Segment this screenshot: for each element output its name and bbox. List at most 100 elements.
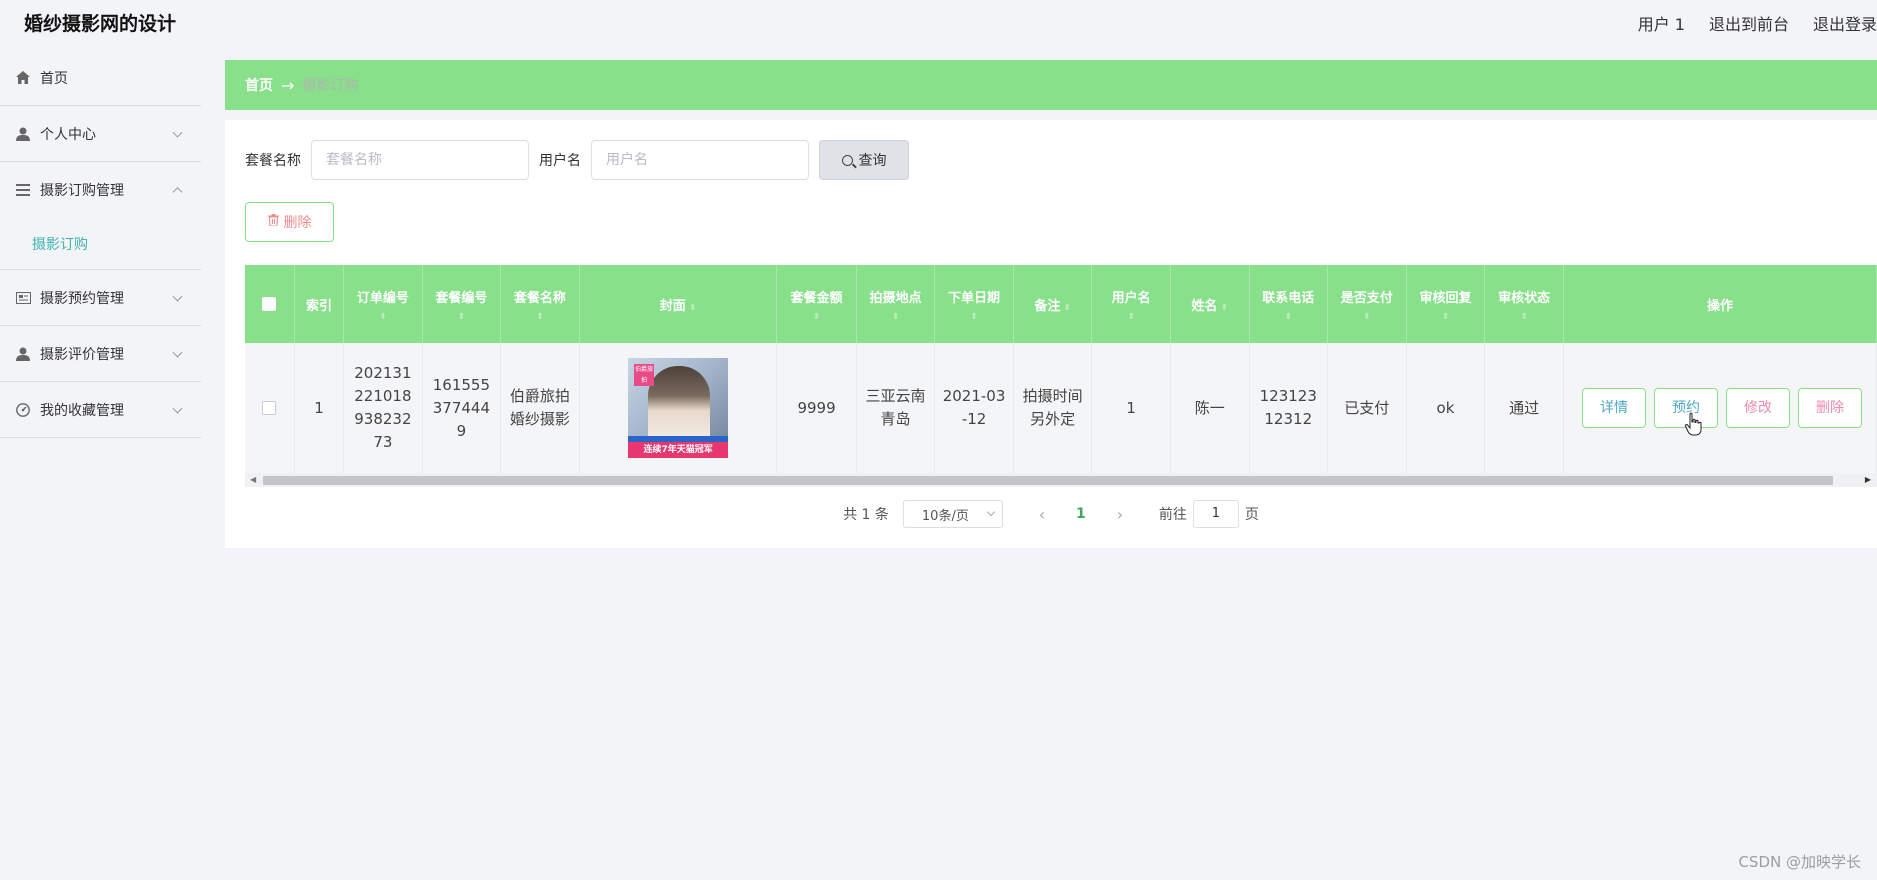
sort-icon[interactable]: ⬍ [427,312,496,322]
column-header[interactable]: 用户名 ⬍ [1091,265,1171,343]
column-header[interactable]: 是否支付 ⬍ [1327,265,1407,343]
query-button[interactable]: 查询 [819,140,909,180]
sort-icon[interactable]: ⬍ [689,303,697,313]
home-icon [14,69,32,87]
cell-username: 1 [1091,343,1171,473]
trash-icon [267,214,279,230]
page-size-select[interactable]: 10条/页 [902,500,1003,528]
column-header: 操作 [1563,265,1877,343]
sort-icon[interactable]: ⬍ [781,312,851,322]
sort-icon[interactable]: ⬍ [348,312,417,322]
pagination-total: 共 1 条 [843,507,889,523]
column-header[interactable]: 封面 ⬍ [579,265,778,343]
scroll-left-icon[interactable]: ◀ [250,475,256,484]
edit-button[interactable]: 修改 [1725,388,1790,428]
package-name-input[interactable] [311,140,529,180]
breadcrumb-home[interactable]: 首页 [245,75,273,95]
horizontal-scrollbar[interactable]: ◀ ▶ [245,473,1877,487]
sidebar-item-booking-management[interactable]: 摄影预约管理 [0,270,201,326]
couple-photo [648,366,711,440]
column-header[interactable]: 姓名 ⬍ [1170,265,1250,343]
current-user-link[interactable]: 用户 1 [1638,11,1685,35]
cell-phone: 12312312312 [1249,343,1329,473]
column-header[interactable]: 套餐金额 ⬍ [776,265,857,343]
column-header[interactable]: 审核状态 ⬍ [1484,265,1564,343]
batch-delete-button[interactable]: 删除 [245,202,334,242]
batch-delete-label: 删除 [283,215,312,231]
select-all-checkbox[interactable] [262,297,277,311]
sort-icon[interactable]: ⬍ [939,312,1008,322]
sort-icon[interactable]: ⬍ [1063,303,1071,313]
sort-icon[interactable]: ⬍ [1411,312,1481,322]
chevron-down-icon [986,507,996,517]
sidebar-subitem-photo-order[interactable]: 摄影订购 [0,218,201,270]
chevron-down-icon [172,347,183,358]
sort-icon[interactable]: ⬍ [861,312,931,322]
row-checkbox[interactable] [262,401,277,415]
cell-package-name: 伯爵旅拍婚纱摄影 [500,343,580,473]
query-button-label: 查询 [858,153,887,169]
row-actions: 详情 预约 修改 删除 [1570,388,1870,428]
sidebar-item-personal-center[interactable]: 个人中心 [0,106,201,162]
column-header[interactable]: 订单编号 ⬍ [343,265,423,343]
sort-icon[interactable]: ⬍ [1220,303,1228,313]
chevron-down-icon [172,403,183,414]
sidebar-item-label: 摄影订购管理 [40,183,124,199]
current-page-number[interactable]: 1 [1061,506,1101,522]
table-row[interactable]: 1 20213122101893823273 1615553774449 伯爵旅… [245,343,1877,473]
delete-row-button[interactable]: 删除 [1797,388,1862,428]
column-header[interactable]: 联系电话 ⬍ [1249,265,1329,343]
scroll-right-icon[interactable]: ▶ [1865,475,1871,484]
gauge-icon [14,401,32,419]
hand-cursor-icon [1684,412,1702,436]
username-input[interactable] [591,140,809,180]
list-icon [14,181,32,199]
watermark: CSDN @加映学长 [1738,853,1861,871]
sort-icon[interactable]: ⬍ [1254,312,1323,322]
sort-icon[interactable]: ⬍ [1096,312,1165,322]
table-header-row: 索引 订单编号 ⬍ 套餐编号 ⬍ 套餐名称 ⬍ 封面 ⬍ 套餐金额 ⬍ 拍摄地点 ⬍ 下单日… [245,265,1877,343]
logout-link[interactable]: 退出登录 [1813,11,1877,35]
sidebar-item-review-management[interactable]: 摄影评价管理 [0,326,201,382]
column-header[interactable]: 下单日期 ⬍ [934,265,1014,343]
column-header[interactable]: 备注 ⬍ [1013,265,1093,343]
prev-page-button[interactable]: ‹ [1023,505,1061,524]
sidebar-item-label: 我的收藏管理 [40,402,124,419]
sidebar-item-order-management[interactable]: 摄影订购管理 [0,162,201,218]
sidebar-item-label: 摄影评价管理 [40,346,124,363]
cell-cover: 伯爵旅拍 连续7年天猫冠军 [579,343,778,473]
goto-label: 前往 [1158,507,1187,523]
sidebar-item-label: 摄影预约管理 [40,290,124,307]
sidebar-item-favorites-management[interactable]: 我的收藏管理 [0,382,201,438]
column-header[interactable]: 拍摄地点 ⬍ [856,265,936,343]
scrollbar-thumb[interactable] [263,476,1833,485]
sidebar-item-label: 个人中心 [40,126,96,143]
goto-page-input[interactable]: 1 [1192,500,1239,528]
next-page-button[interactable]: › [1101,505,1139,524]
chevron-down-icon [172,127,183,138]
pagination: 共 1 条 10条/页 ‹ 1 › 前往 1 页 [225,500,1877,528]
exit-to-front-link[interactable]: 退出到前台 [1709,11,1789,35]
breadcrumb: 首页 → 摄影订购 [225,60,1877,110]
chevron-down-icon [172,291,183,302]
cell-location: 三亚云南青岛 [856,343,936,473]
column-header[interactable]: 套餐名称 ⬍ [500,265,580,343]
breadcrumb-current: 摄影订购 [302,78,359,94]
detail-button[interactable]: 详情 [1581,388,1646,428]
column-header[interactable]: 索引 [294,265,345,343]
search-form: 套餐名称 用户名 查询 [245,140,909,180]
cover-image[interactable]: 伯爵旅拍 连续7年天猫冠军 [628,358,729,458]
app-title: 婚纱摄影网的设计 [24,13,177,35]
column-header[interactable]: 套餐编号 ⬍ [422,265,502,343]
row-select-cell [245,343,295,473]
cell-name: 陈一 [1170,343,1250,473]
column-header[interactable]: 审核回复 ⬍ [1406,265,1486,343]
chevron-up-icon [172,187,183,198]
sort-icon[interactable]: ⬍ [505,312,575,322]
cell-package-no: 1615553774449 [422,343,502,473]
sort-icon[interactable]: ⬍ [1489,312,1559,322]
sidebar-item-home[interactable]: 首页 [0,50,201,106]
sort-icon[interactable]: ⬍ [1332,312,1402,322]
username-label: 用户名 [539,153,581,169]
cell-order-date: 2021-03-12 [934,343,1014,473]
